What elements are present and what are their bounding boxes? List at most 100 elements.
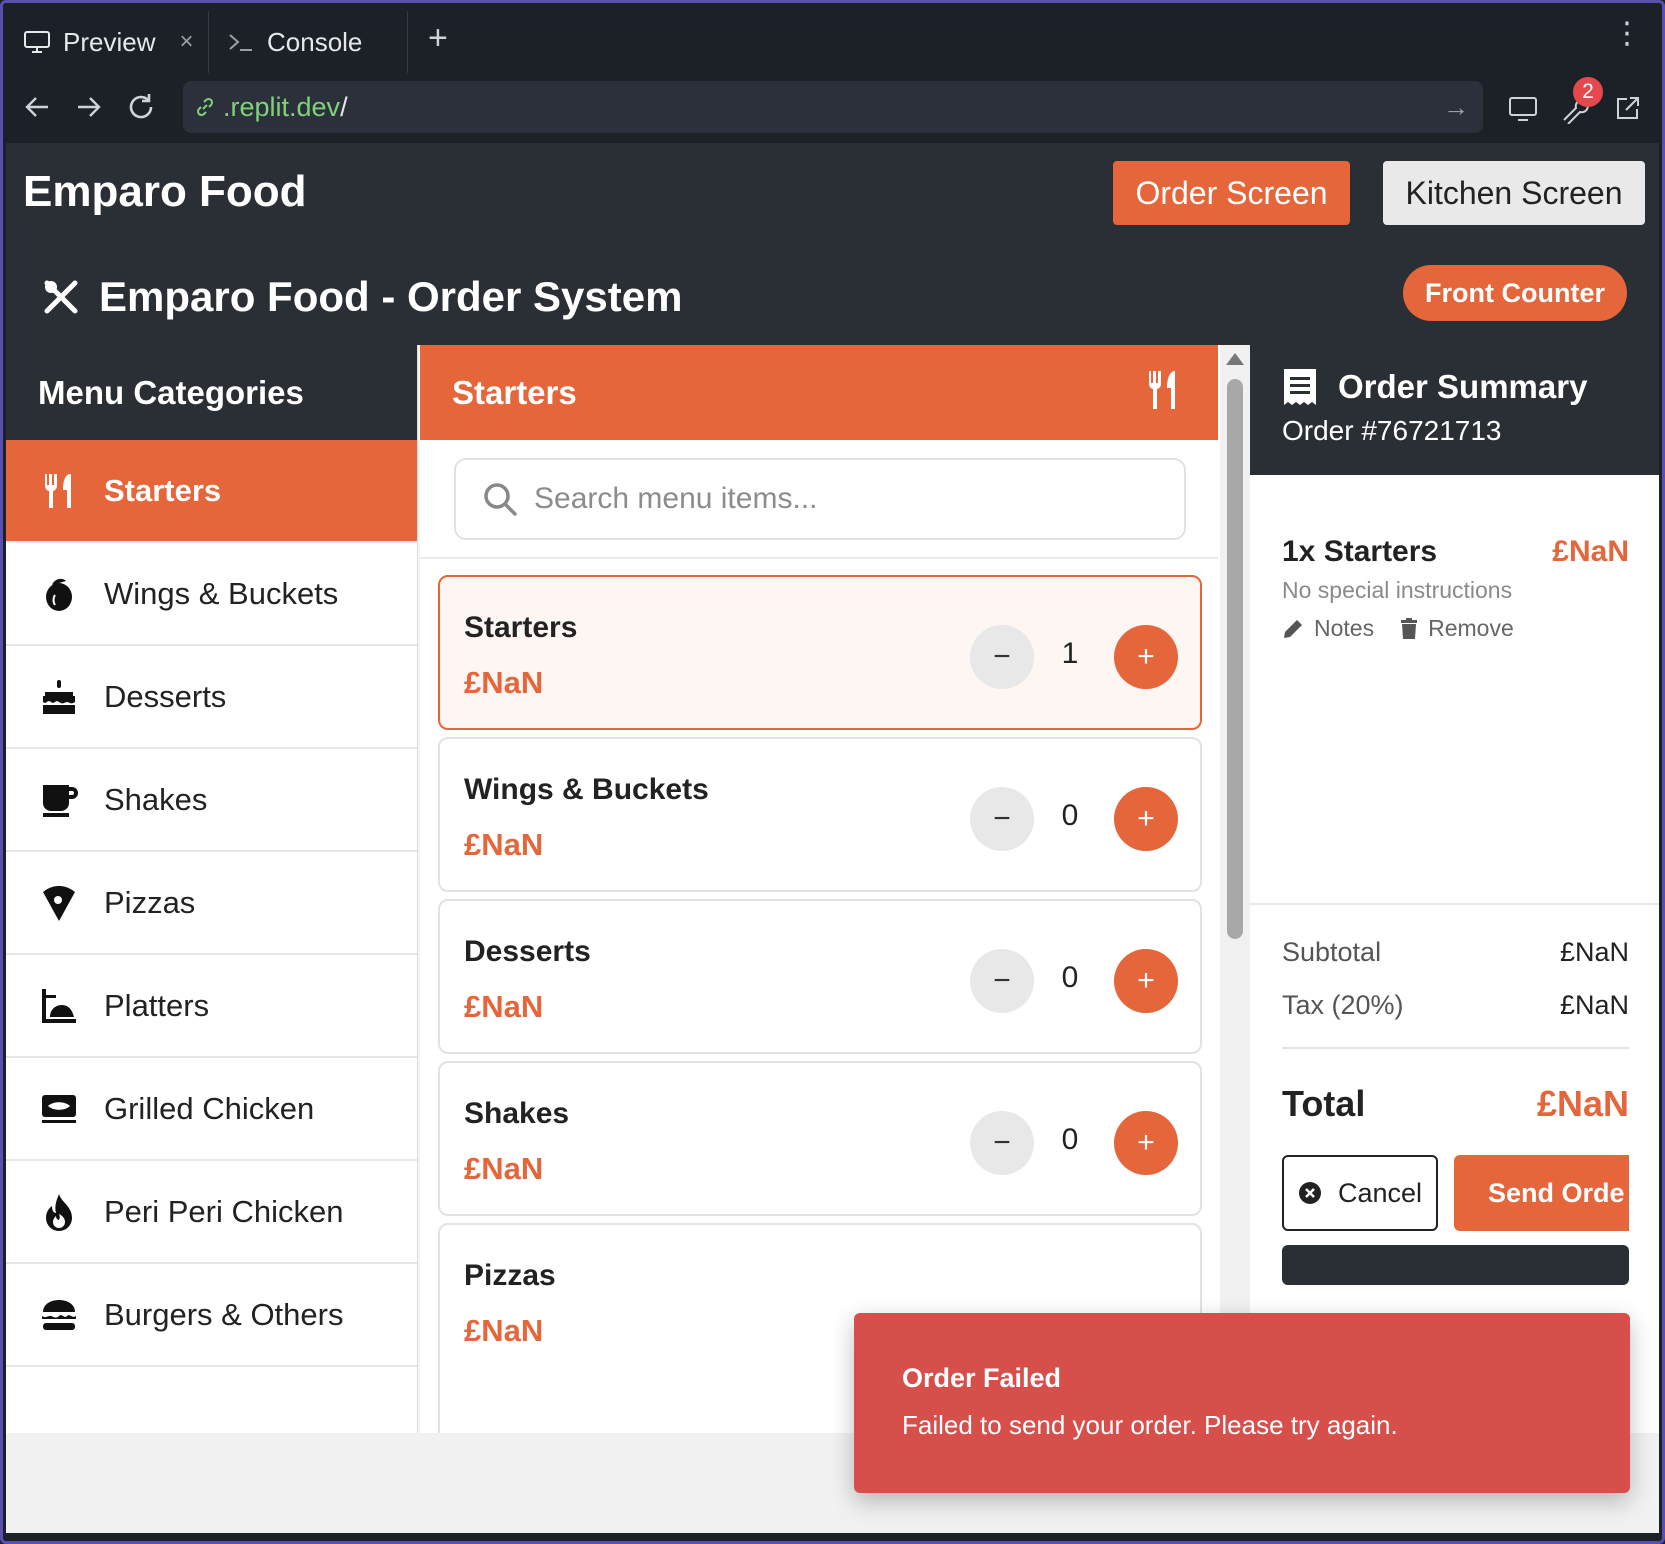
search-box[interactable]	[454, 458, 1186, 540]
tax-label: Tax (20%)	[1282, 990, 1404, 1020]
category-label: Desserts	[104, 678, 227, 714]
scroll-up-arrow-icon[interactable]	[1226, 353, 1244, 365]
menu-item-card[interactable]: Starters £NaN − 1 +	[438, 575, 1202, 730]
divider	[1282, 1047, 1629, 1049]
category-label: Pizzas	[104, 884, 196, 920]
utensils-icon	[38, 470, 80, 512]
category-label: Wings & Buckets	[104, 575, 339, 611]
order-line-price: £NaN	[1552, 535, 1629, 568]
category-peri-peri-chicken[interactable]: Peri Peri Chicken	[6, 1161, 417, 1264]
category-label: Peri Peri Chicken	[104, 1193, 344, 1229]
menu-header: Starters	[420, 345, 1218, 440]
utensils-icon	[1144, 369, 1184, 419]
menu-item-card[interactable]: Shakes £NaN − 0 +	[438, 1061, 1202, 1216]
category-burgers-others[interactable]: Burgers & Others	[6, 1264, 417, 1367]
terminal-icon	[223, 27, 259, 57]
pencil-icon	[1282, 618, 1304, 640]
remove-label: Remove	[1428, 615, 1514, 641]
order-line-name: 1x Starters	[1282, 535, 1438, 568]
kitchen-screen-button[interactable]: Kitchen Screen	[1383, 161, 1645, 225]
category-starters[interactable]: Starters	[6, 440, 417, 543]
tab-console[interactable]: Console	[208, 11, 408, 73]
category-label: Shakes	[104, 781, 208, 817]
go-arrow-icon[interactable]: →	[1443, 92, 1469, 123]
item-name: Pizzas	[464, 1259, 556, 1292]
category-label: Burgers & Others	[104, 1296, 344, 1332]
category-shakes[interactable]: Shakes	[6, 749, 417, 852]
decrease-quantity-button[interactable]: −	[970, 625, 1034, 689]
devices-icon[interactable]	[1501, 87, 1545, 131]
increase-quantity-button[interactable]: +	[1114, 949, 1178, 1013]
category-platters[interactable]: Platters	[6, 955, 417, 1058]
category-wings-buckets[interactable]: Wings & Buckets	[6, 543, 417, 646]
increase-quantity-button[interactable]: +	[1114, 787, 1178, 851]
receipt-icon	[1282, 367, 1318, 407]
tab-console-label: Console	[267, 26, 363, 57]
error-toast[interactable]: Order Failed Failed to send your order. …	[854, 1313, 1630, 1493]
category-label: Platters	[104, 987, 210, 1023]
more-vertical-icon[interactable]: ⋮	[1612, 19, 1642, 49]
order-screen-button[interactable]: Order Screen	[1113, 161, 1350, 225]
cake-icon	[38, 676, 80, 718]
decrease-quantity-button[interactable]: −	[970, 1111, 1034, 1175]
notes-label: Notes	[1314, 615, 1375, 641]
toast-message: Failed to send your order. Please try ag…	[902, 1410, 1398, 1440]
categories-sidebar: Menu Categories Starters Wings & Buckets…	[6, 345, 418, 1433]
menu-scrollbar[interactable]	[1220, 345, 1250, 1433]
order-summary-panel: Order Summary Order #76721713 1x Starter…	[1250, 345, 1659, 1433]
order-summary-title-text: Order Summary	[1338, 368, 1588, 405]
item-price: £NaN	[464, 665, 544, 700]
decrease-quantity-button[interactable]: −	[970, 949, 1034, 1013]
send-order-button[interactable]: Send Orde	[1454, 1155, 1629, 1231]
trash-icon	[1400, 617, 1418, 640]
mug-icon	[38, 779, 80, 821]
category-grilled-chicken[interactable]: Grilled Chicken	[6, 1058, 417, 1161]
tab-preview[interactable]: Preview ×	[7, 11, 207, 73]
back-arrow-icon[interactable]	[15, 85, 59, 129]
front-counter-button[interactable]: Front Counter	[1403, 265, 1627, 321]
forward-arrow-icon[interactable]	[67, 85, 111, 129]
notification-badge: 2	[1573, 77, 1603, 107]
menu-title: Starters	[452, 373, 577, 411]
menu-item-card[interactable]: Desserts £NaN − 0 +	[438, 899, 1202, 1054]
reload-icon[interactable]	[119, 85, 163, 129]
remove-button[interactable]: Remove	[1400, 615, 1514, 642]
category-pizzas[interactable]: Pizzas	[6, 852, 417, 955]
category-label: Starters	[104, 472, 222, 508]
open-external-icon[interactable]	[1605, 87, 1649, 131]
cancel-label: Cancel	[1337, 1177, 1423, 1208]
search-icon	[482, 481, 518, 517]
item-price: £NaN	[464, 1313, 544, 1348]
notes-button[interactable]: Notes	[1282, 615, 1374, 642]
category-label: Grilled Chicken	[104, 1090, 315, 1126]
search-input[interactable]	[534, 482, 1134, 516]
new-tab-button[interactable]: +	[428, 19, 448, 58]
category-desserts[interactable]: Desserts	[6, 646, 417, 749]
devtools-wrench-icon[interactable]: 2	[1553, 77, 1603, 131]
utensils-crossed-icon	[41, 277, 81, 317]
item-price: £NaN	[464, 989, 544, 1024]
browser-window: Preview × Console + ⋮ .replit.dev / → 2 …	[0, 0, 1665, 1544]
menu-item-card[interactable]: Wings & Buckets £NaN − 0 +	[438, 737, 1202, 892]
monitor-icon	[19, 27, 55, 57]
item-name: Shakes	[464, 1097, 570, 1130]
increase-quantity-button[interactable]: +	[1114, 625, 1178, 689]
quantity-value: 0	[1061, 1123, 1079, 1156]
divider	[1250, 903, 1659, 905]
secondary-action-button[interactable]	[1282, 1245, 1629, 1285]
increase-quantity-button[interactable]: +	[1114, 1111, 1178, 1175]
close-icon[interactable]: ×	[179, 28, 193, 56]
order-line-actions: Notes Remove	[1282, 615, 1514, 642]
grill-icon	[38, 1088, 80, 1130]
quantity-value: 1	[1061, 637, 1079, 670]
item-name: Desserts	[464, 935, 591, 968]
url-field[interactable]: .replit.dev / →	[183, 81, 1483, 133]
decrease-quantity-button[interactable]: −	[970, 787, 1034, 851]
total-value: £NaN	[1536, 1083, 1629, 1124]
cancel-order-button[interactable]: Cancel	[1282, 1155, 1438, 1231]
scroll-thumb[interactable]	[1227, 379, 1243, 939]
url-path: /	[340, 91, 348, 122]
menu-panel: Starters Starters £NaN − 1 + Wings	[420, 345, 1220, 1453]
system-title-text: Emparo Food - Order System	[99, 273, 683, 320]
fire-icon	[38, 1191, 80, 1233]
